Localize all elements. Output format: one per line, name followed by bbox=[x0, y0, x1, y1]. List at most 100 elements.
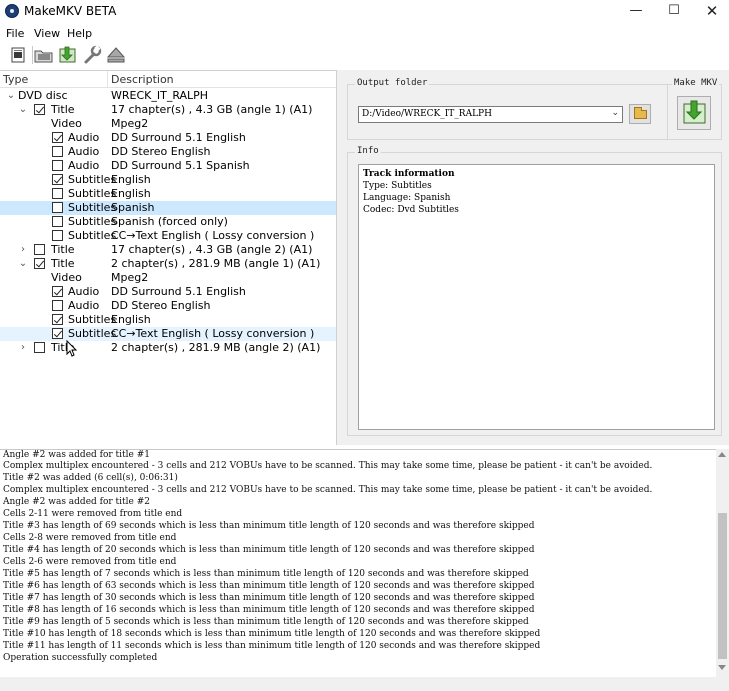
tree-row-subtitles[interactable]: Subtitles English bbox=[0, 313, 336, 327]
row-description: Mpeg2 bbox=[111, 271, 149, 284]
scroll-up-icon[interactable] bbox=[718, 452, 726, 457]
output-folder-combo[interactable]: D:/Video/WRECK_IT_RALPH ⌄ bbox=[358, 106, 623, 123]
log-line: Title #6 has length of 63 seconds which … bbox=[3, 581, 535, 591]
tree-row-subtitles[interactable]: Subtitles Spanish (forced only) bbox=[0, 215, 336, 229]
row-description: CC→Text English ( Lossy conversion ) bbox=[111, 229, 315, 242]
title-checkbox[interactable] bbox=[34, 244, 45, 255]
log-line: Cells 2-11 were removed from title end bbox=[3, 509, 183, 519]
tree-row-title[interactable]: ⌄ Title 2 chapter(s) , 281.9 MB (angle 1… bbox=[0, 257, 336, 271]
expand-chevron-icon[interactable]: › bbox=[18, 341, 28, 355]
row-type: Audio bbox=[68, 299, 100, 312]
menu-view[interactable]: View bbox=[34, 27, 60, 40]
row-type: Subtitles bbox=[68, 173, 117, 186]
open-file-icon[interactable] bbox=[8, 45, 30, 65]
tree-row-audio[interactable]: Audio DD Stereo English bbox=[0, 145, 336, 159]
row-description: CC→Text English ( Lossy conversion ) bbox=[111, 327, 315, 340]
tree-row-video[interactable]: Video Mpeg2 bbox=[0, 271, 336, 285]
scroll-down-icon[interactable] bbox=[718, 665, 726, 670]
row-type: Video bbox=[51, 271, 82, 284]
column-divider[interactable] bbox=[107, 71, 108, 88]
collapse-chevron-icon[interactable]: ⌄ bbox=[18, 103, 28, 117]
tree-row-audio[interactable]: Audio DD Surround 5.1 Spanish bbox=[0, 159, 336, 173]
title-checkbox[interactable] bbox=[34, 258, 45, 269]
close-button[interactable]: ✕ bbox=[692, 0, 729, 22]
tree-row-audio[interactable]: Audio DD Surround 5.1 English bbox=[0, 131, 336, 145]
log-line: Title #9 has length of 5 seconds which i… bbox=[3, 617, 529, 627]
log-line: Title #8 has length of 16 seconds which … bbox=[3, 605, 535, 615]
menu-help[interactable]: Help bbox=[67, 27, 92, 40]
minimize-button[interactable]: — bbox=[616, 0, 656, 22]
track-checkbox[interactable] bbox=[52, 216, 63, 227]
row-description: 2 chapter(s) , 281.9 MB (angle 2) (A1) bbox=[111, 341, 321, 354]
settings-wrench-icon[interactable] bbox=[81, 45, 103, 65]
maximize-button[interactable]: ☐ bbox=[654, 0, 694, 22]
menu-file[interactable]: File bbox=[6, 27, 24, 40]
info-heading: Track information bbox=[363, 169, 455, 179]
window-title: MakeMKV BETA bbox=[24, 4, 117, 18]
browse-folder-button[interactable] bbox=[629, 104, 651, 124]
track-checkbox[interactable] bbox=[52, 202, 63, 213]
track-checkbox[interactable] bbox=[52, 174, 63, 185]
row-description: DD Stereo English bbox=[111, 145, 211, 158]
row-description: DD Surround 5.1 English bbox=[111, 285, 246, 298]
title-tree: Type Description ⌄ DVD disc WRECK_IT_RAL… bbox=[0, 70, 337, 445]
tree-row-title[interactable]: › Title 17 chapter(s) , 4.3 GB (angle 2)… bbox=[0, 243, 336, 257]
tree-row-subtitles[interactable]: Subtitles English bbox=[0, 173, 336, 187]
log-line: Title #4 has length of 20 seconds which … bbox=[3, 545, 535, 555]
backup-icon[interactable] bbox=[57, 45, 79, 65]
row-description: Mpeg2 bbox=[111, 117, 149, 130]
make-mkv-button[interactable] bbox=[677, 96, 711, 130]
track-checkbox[interactable] bbox=[52, 300, 63, 311]
row-type: Subtitles bbox=[68, 187, 117, 200]
tree-header: Type Description bbox=[0, 71, 336, 88]
track-checkbox[interactable] bbox=[52, 286, 63, 297]
row-description: WRECK_IT_RALPH bbox=[111, 89, 209, 102]
info-codec: Codec: Dvd Subtitles bbox=[363, 205, 459, 215]
log-line: Title #10 has length of 18 seconds which… bbox=[3, 629, 541, 639]
column-header-type[interactable]: Type bbox=[3, 73, 28, 86]
title-bar: MakeMKV BETA — ☐ ✕ bbox=[0, 0, 729, 22]
track-checkbox[interactable] bbox=[52, 160, 63, 171]
eject-icon[interactable] bbox=[105, 45, 127, 65]
track-checkbox[interactable] bbox=[52, 230, 63, 241]
tree-row-audio[interactable]: Audio DD Surround 5.1 English bbox=[0, 285, 336, 299]
expand-chevron-icon[interactable]: › bbox=[18, 243, 28, 257]
open-folder-icon[interactable] bbox=[33, 45, 55, 65]
tree-row-title[interactable]: › Title 2 chapter(s) , 281.9 MB (angle 2… bbox=[0, 341, 336, 355]
log-panel[interactable]: Angle #2 was added for title #1 Complex … bbox=[0, 449, 729, 691]
tree-row-audio[interactable]: Audio DD Stereo English bbox=[0, 299, 336, 313]
log-line: Title #7 has length of 30 seconds which … bbox=[3, 593, 535, 603]
tree-row-subtitles-selected[interactable]: Subtitles Spanish bbox=[0, 201, 336, 215]
title-checkbox[interactable] bbox=[34, 104, 45, 115]
title-checkbox[interactable] bbox=[34, 342, 45, 353]
tree-row-subtitles-hover[interactable]: Subtitles CC→Text English ( Lossy conver… bbox=[0, 327, 336, 341]
log-line: Title #2 was added (6 cell(s), 0:06:31) bbox=[3, 473, 178, 483]
row-type: Title bbox=[51, 243, 75, 256]
tree-row-video[interactable]: Video Mpeg2 bbox=[0, 117, 336, 131]
track-checkbox[interactable] bbox=[52, 146, 63, 157]
row-type: Title bbox=[51, 257, 75, 270]
track-checkbox[interactable] bbox=[52, 314, 63, 325]
make-mkv-label: Make MKV bbox=[672, 78, 720, 88]
log-line: Complex multiplex encountered - 3 cells … bbox=[3, 485, 653, 495]
tree-row-title[interactable]: ⌄ Title 17 chapter(s) , 4.3 GB (angle 1)… bbox=[0, 103, 336, 117]
column-header-description[interactable]: Description bbox=[111, 73, 174, 86]
collapse-chevron-icon[interactable]: ⌄ bbox=[18, 257, 28, 271]
track-checkbox[interactable] bbox=[52, 328, 63, 339]
row-description: 17 chapter(s) , 4.3 GB (angle 1) (A1) bbox=[111, 103, 313, 116]
tree-row-disc[interactable]: ⌄ DVD disc WRECK_IT_RALPH bbox=[0, 89, 336, 103]
track-checkbox[interactable] bbox=[52, 132, 63, 143]
log-line: Complex multiplex encountered - 3 cells … bbox=[3, 461, 653, 471]
track-checkbox[interactable] bbox=[52, 188, 63, 199]
row-type: Audio bbox=[68, 131, 100, 144]
chevron-down-icon[interactable]: ⌄ bbox=[611, 108, 619, 118]
makemkv-app-icon bbox=[5, 4, 19, 18]
row-type: Audio bbox=[68, 285, 100, 298]
log-scrollbar[interactable] bbox=[716, 449, 729, 677]
info-language: Language: Spanish bbox=[363, 193, 451, 203]
scrollbar-thumb[interactable] bbox=[718, 513, 727, 659]
row-type: Audio bbox=[68, 159, 100, 172]
tree-row-subtitles[interactable]: Subtitles English bbox=[0, 187, 336, 201]
collapse-chevron-icon[interactable]: ⌄ bbox=[6, 89, 16, 103]
tree-row-subtitles[interactable]: Subtitles CC→Text English ( Lossy conver… bbox=[0, 229, 336, 243]
